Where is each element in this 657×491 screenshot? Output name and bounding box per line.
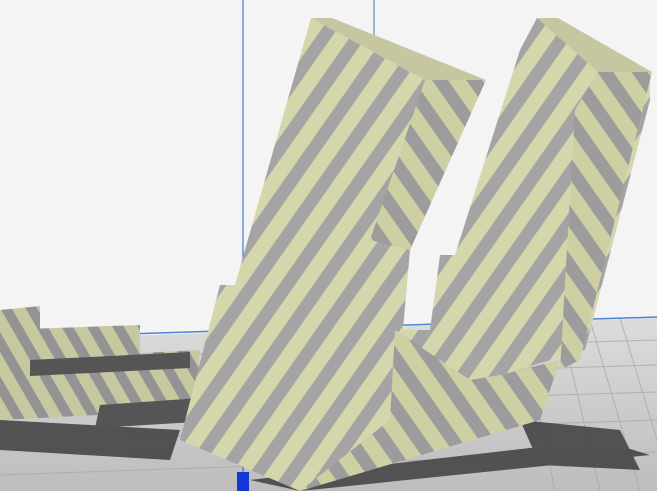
model-left-parts bbox=[0, 306, 200, 428]
origin-marker bbox=[237, 472, 249, 491]
scene-canvas[interactable] bbox=[0, 0, 657, 491]
3d-viewport[interactable] bbox=[0, 0, 657, 491]
